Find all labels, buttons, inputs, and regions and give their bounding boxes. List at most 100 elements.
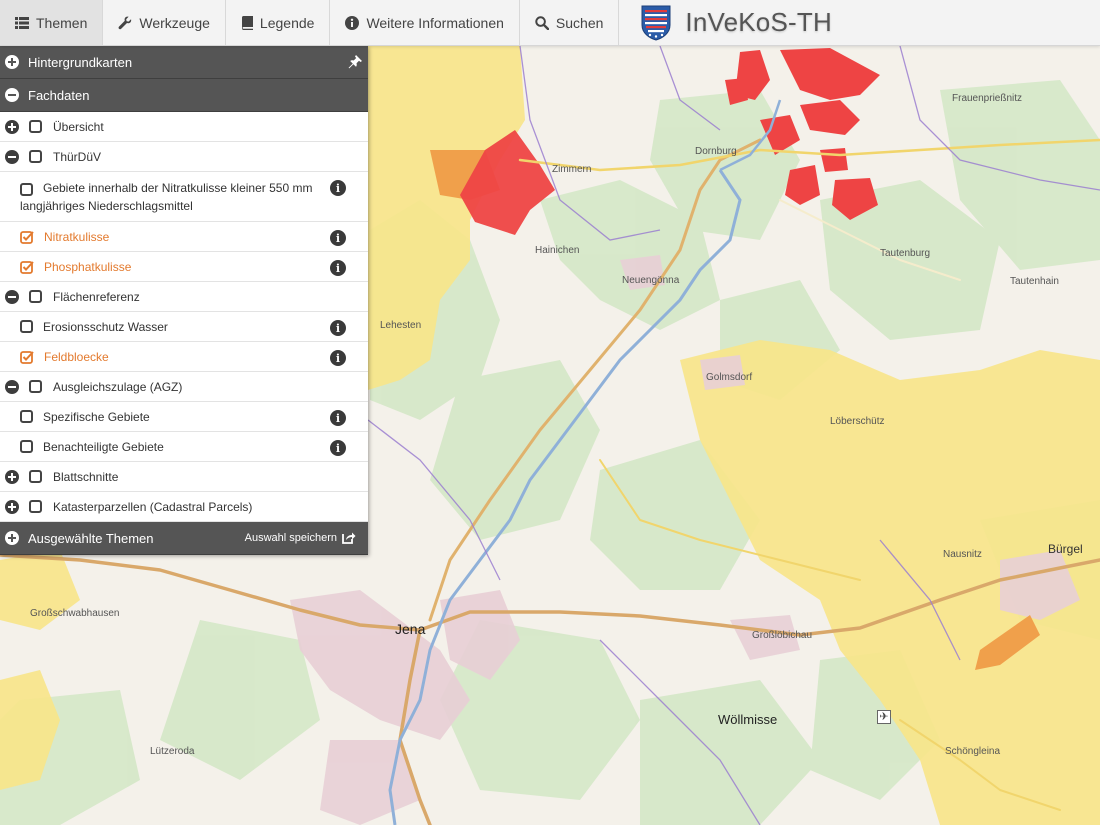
layer-label-line1: Gebiete innerhalb der Nitratkulisse klei… (43, 181, 313, 195)
map-label-grosslobichau: Großlöbichau (752, 630, 813, 641)
save-selection-label: Auswahl speichern (244, 531, 337, 544)
ausgewaehlte-themen-header[interactable]: Ausgewählte Themen Auswahl speichern (0, 522, 368, 555)
tab-werkzeuge[interactable]: Werkzeuge (103, 0, 226, 45)
expand-plus-icon[interactable] (5, 531, 19, 545)
map-label-tautenburg: Tautenburg (880, 248, 931, 259)
info-icon[interactable]: i (330, 180, 346, 196)
layer-gebiete-nitratkulisse-550mm[interactable]: Gebiete innerhalb der Nitratkulisse klei… (0, 172, 368, 222)
layer-checkbox[interactable] (20, 320, 33, 333)
map-label-hainichen: Hainichen (535, 245, 580, 256)
layer-label: Übersicht (53, 119, 104, 134)
collapse-minus-icon[interactable] (5, 379, 19, 394)
layer-group-flaechenreferenz[interactable]: Flächenreferenz (0, 282, 368, 312)
layer-label: Feldbloecke (44, 349, 109, 364)
info-icon[interactable]: i (330, 320, 346, 336)
layer-checkbox[interactable] (20, 183, 33, 196)
layer-group-thuerduev[interactable]: ThürDüV (0, 142, 368, 172)
layer-label: Flächenreferenz (53, 289, 140, 304)
book-icon (241, 15, 253, 30)
ausgewaehlte-themen-title: Ausgewählte Themen (28, 530, 154, 546)
map-label-nausnitz: Nausnitz (943, 549, 982, 560)
checkbox-checked-icon[interactable] (20, 260, 34, 274)
layer-label: Phosphatkulisse (44, 259, 132, 274)
tab-weitere-informationen[interactable]: Weitere Informationen (330, 0, 520, 45)
tab-weitere-informationen-label: Weitere Informationen (366, 14, 504, 31)
thuringia-coat-of-arms-icon (641, 5, 671, 41)
map-label-dornburg: Dornburg (695, 146, 737, 157)
map-label-frauenpriessnitz: Frauenprießnitz (952, 93, 1023, 104)
layer-label: ThürDüV (53, 149, 102, 164)
layer-erosionsschutz-wasser[interactable]: Erosionsschutz Wasser i (0, 312, 368, 342)
info-icon[interactable]: i (330, 350, 346, 366)
layer-panel: Hintergrundkarten Fachdaten Übersicht Th… (0, 46, 368, 555)
layer-group-blattschnitte[interactable]: Blattschnitte (0, 462, 368, 492)
pin-icon[interactable] (348, 55, 362, 69)
layer-label: Benachteiligte Gebiete (43, 439, 164, 454)
layer-label: Blattschnitte (53, 469, 119, 484)
layer-checkbox[interactable] (29, 120, 42, 133)
wrench-icon (118, 16, 132, 29)
layer-benachteiligte-gebiete[interactable]: Benachteiligte Gebiete i (0, 432, 368, 462)
map-label-jena: Jena (395, 621, 426, 637)
layer-checkbox[interactable] (20, 440, 33, 453)
expand-plus-icon[interactable] (5, 55, 19, 69)
share-export-icon (342, 532, 356, 544)
info-icon[interactable]: i (330, 440, 346, 456)
collapse-minus-icon[interactable] (5, 289, 19, 304)
layer-label: Nitratkulisse (44, 229, 110, 244)
expand-plus-icon[interactable] (5, 119, 19, 134)
layer-group-uebersicht[interactable]: Übersicht (0, 112, 368, 142)
tab-themen[interactable]: Themen (0, 0, 104, 45)
search-icon (535, 15, 549, 30)
airport-icon: ✈ (877, 710, 891, 724)
layer-phosphatkulisse[interactable]: Phosphatkulisse i (0, 252, 368, 282)
layer-checkbox[interactable] (29, 150, 42, 163)
map-label-neuengonna: Neuengönna (622, 275, 680, 286)
map-label-lehesten: Lehesten (380, 320, 422, 331)
tab-werkzeuge-label: Werkzeuge (139, 14, 210, 31)
collapse-minus-icon[interactable] (5, 88, 19, 102)
layer-group-katasterparzellen[interactable]: Katasterparzellen (Cadastral Parcels) (0, 492, 368, 522)
layer-label: Erosionsschutz Wasser (43, 319, 168, 334)
tab-legende[interactable]: Legende (226, 0, 331, 45)
info-circle-icon (345, 15, 360, 30)
hintergrundkarten-header[interactable]: Hintergrundkarten (0, 46, 368, 79)
top-navigation-bar: Themen Werkzeuge Legende Weitere Informa… (0, 0, 1100, 46)
tab-legende-label: Legende (259, 14, 315, 31)
tab-themen-label: Themen (36, 14, 88, 31)
map-label-lobschutz: Löberschütz (830, 416, 885, 427)
layer-feldbloecke[interactable]: Feldbloecke i (0, 342, 368, 372)
list-icon (15, 16, 29, 29)
hintergrundkarten-title: Hintergrundkarten (28, 54, 133, 70)
collapse-minus-icon[interactable] (5, 149, 19, 164)
info-icon[interactable]: i (330, 260, 346, 276)
expand-plus-icon[interactable] (5, 499, 19, 514)
save-selection-button[interactable]: Auswahl speichern (245, 531, 356, 544)
brand: InVeKoS-TH (619, 0, 832, 45)
expand-plus-icon[interactable] (5, 469, 19, 484)
map-label-burgel: Bürgel (1048, 542, 1083, 556)
layer-label: Spezifische Gebiete (43, 409, 150, 424)
layer-label: Ausgleichszulage (AGZ) (53, 379, 183, 394)
map-label-grossschwabhausen: Großschwabhausen (30, 608, 120, 619)
info-icon[interactable]: i (330, 230, 346, 246)
tab-suchen-label: Suchen (555, 14, 604, 31)
checkbox-checked-icon[interactable] (20, 230, 34, 244)
map-label-tautenhain: Tautenhain (1010, 276, 1059, 287)
checkbox-checked-icon[interactable] (20, 350, 34, 364)
layer-label: Katasterparzellen (Cadastral Parcels) (53, 499, 253, 514)
fachdaten-title: Fachdaten (28, 87, 90, 103)
map-label-wollmisse: Wöllmisse (718, 712, 778, 727)
layer-checkbox[interactable] (29, 470, 42, 483)
tab-suchen[interactable]: Suchen (520, 0, 620, 45)
layer-checkbox[interactable] (29, 500, 42, 513)
layer-checkbox[interactable] (29, 290, 42, 303)
map-label-schongleina: Schöngleina (945, 746, 1001, 757)
layer-checkbox[interactable] (29, 380, 42, 393)
layer-spezifische-gebiete[interactable]: Spezifische Gebiete i (0, 402, 368, 432)
info-icon[interactable]: i (330, 410, 346, 426)
layer-checkbox[interactable] (20, 410, 33, 423)
layer-nitratkulisse[interactable]: Nitratkulisse i (0, 222, 368, 252)
fachdaten-header[interactable]: Fachdaten (0, 79, 368, 112)
layer-group-ausgleichszulage[interactable]: Ausgleichszulage (AGZ) (0, 372, 368, 402)
